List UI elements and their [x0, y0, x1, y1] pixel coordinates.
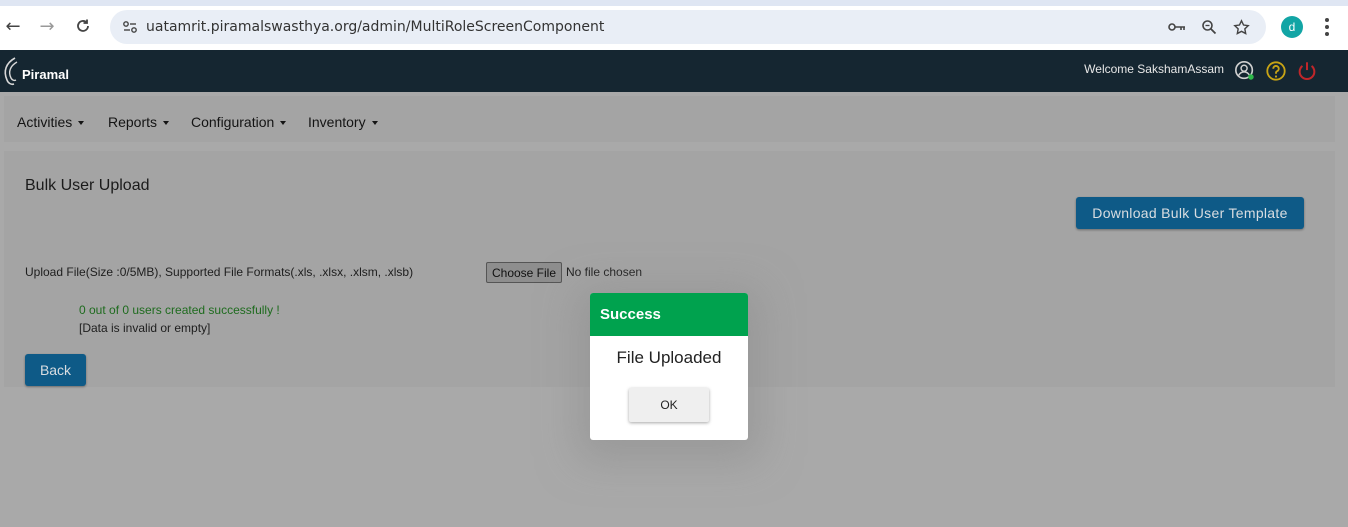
zoom-icon[interactable] [1200, 18, 1218, 36]
page-title: Bulk User Upload [25, 177, 150, 194]
browser-toolbar: ← → uatamrit.piramalswasthya.org/admin/M… [0, 0, 1348, 50]
upload-file-label: Upload File(Size :0/5MB), Supported File… [25, 265, 414, 279]
menu-configuration[interactable]: Configuration [191, 114, 287, 130]
power-icon[interactable] [1296, 60, 1318, 82]
upload-result-message: 0 out of 0 users created successfully ! [79, 303, 280, 317]
address-bar[interactable]: uatamrit.piramalswasthya.org/admin/Multi… [110, 10, 1266, 44]
app-header: Piramal Welcome SakshamAssam [0, 50, 1348, 92]
help-icon[interactable] [1265, 60, 1287, 82]
upload-error-message: [Data is invalid or empty] [79, 321, 211, 335]
password-key-icon[interactable] [1168, 18, 1186, 36]
logo-text: Piramal [22, 66, 69, 82]
piramal-logo: Piramal [2, 56, 69, 86]
menu-inventory[interactable]: Inventory [308, 114, 378, 130]
welcome-text: Welcome SakshamAssam [1084, 62, 1224, 76]
reload-icon[interactable] [71, 14, 95, 38]
dialog-message: File Uploaded [616, 348, 722, 367]
caret-down-icon [371, 121, 378, 126]
forward-arrow-icon[interactable]: → [35, 14, 59, 38]
back-button[interactable]: Back [25, 354, 86, 386]
menu-reports[interactable]: Reports [108, 114, 170, 130]
success-dialog: Success File Uploaded OK [590, 293, 748, 440]
more-menu-icon[interactable] [1318, 14, 1336, 40]
site-settings-icon[interactable] [122, 19, 138, 35]
bookmark-star-icon[interactable] [1232, 18, 1250, 36]
user-profile-icon[interactable] [1234, 60, 1256, 82]
choose-file-button[interactable]: Choose File [486, 262, 562, 283]
profile-avatar[interactable]: d [1281, 16, 1303, 38]
caret-down-icon [78, 121, 85, 126]
dialog-title: Success [590, 293, 748, 336]
main-menu-bar: Activities Reports Configuration Invento… [4, 96, 1335, 142]
url-text[interactable]: uatamrit.piramalswasthya.org/admin/Multi… [146, 19, 604, 35]
caret-down-icon [163, 121, 170, 126]
ok-button[interactable]: OK [629, 388, 709, 422]
piramal-logo-icon [4, 57, 18, 86]
download-template-button[interactable]: Download Bulk User Template [1076, 197, 1304, 229]
file-status-text: No file chosen [566, 265, 643, 279]
caret-down-icon [280, 121, 287, 126]
menu-activities[interactable]: Activities [17, 114, 85, 130]
back-arrow-icon[interactable]: ← [1, 14, 25, 38]
